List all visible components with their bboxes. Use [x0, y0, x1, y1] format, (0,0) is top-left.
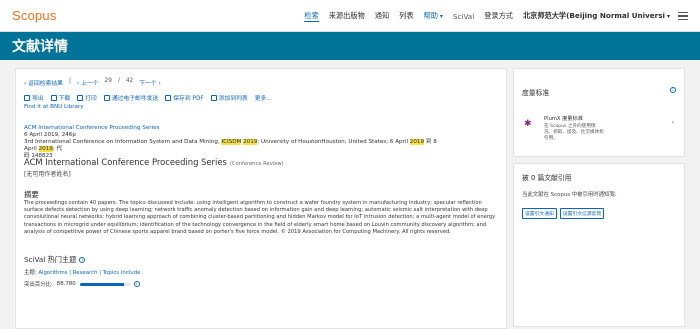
pager-current: 29	[104, 78, 112, 84]
top-bar: Scopus 检索 来源出版物 通知 列表 帮助 ▾ SciVal 登录方式 北京…	[0, 0, 700, 32]
plumx-description: 在 Scopus 之外的使用情况、抓取、提及、社交媒体和引用。	[544, 124, 604, 141]
document-panel: ‹ 返回检索结果 | ‹ 上一个 29 / 42 下一个 › 导出 下载 打印 …	[15, 68, 507, 329]
percentile-line: 突出百分比: 88.780 i	[24, 280, 140, 288]
percentile-value: 88.780	[56, 281, 76, 287]
nav-search[interactable]: 检索	[304, 11, 319, 22]
nav-alerts[interactable]: 通知	[375, 11, 389, 21]
pdf-icon	[165, 94, 172, 101]
export-button[interactable]: 导出	[24, 93, 44, 102]
menu-icon[interactable]	[678, 12, 688, 20]
nav-lists[interactable]: 列表	[399, 11, 413, 21]
set-citation-feed-button[interactable]: 设置引文信源反馈	[559, 208, 605, 219]
set-citation-alert-button[interactable]: 设置引文通知	[522, 208, 557, 219]
plumx-title[interactable]: PlumX 度量标准	[544, 115, 583, 122]
nav-help[interactable]: 帮助 ▾	[424, 11, 443, 21]
cited-subtext: 当此文献在 Scopus 中被引用时通知我:	[522, 192, 617, 198]
help-label: 帮助	[423, 11, 438, 20]
pager-sep: /	[117, 78, 120, 84]
export-icon	[24, 94, 30, 101]
source-info: ACM International Conference Proceeding …	[24, 125, 444, 160]
topic-link[interactable]: Algorithms | Research | Topics Include	[38, 270, 140, 276]
scopus-logo[interactable]: Scopus	[12, 8, 57, 23]
series-link[interactable]: ACM International Conference Proceeding …	[24, 125, 444, 132]
topic-line: 主题: Algorithms | Research | Topics Inclu…	[24, 270, 141, 276]
date-pages: 6 April 2019, 246p	[24, 132, 76, 138]
save-pdf-button[interactable]: 保存到 PDF	[165, 93, 204, 102]
percentile-bar-fill	[79, 282, 125, 286]
info-icon[interactable]: i	[670, 87, 676, 93]
email-button[interactable]: 通过电子邮件发送	[103, 93, 158, 102]
metrics-card: 度量标准 i ✱ PlumX 度量标准 在 Scopus 之外的使用情况、抓取、…	[513, 68, 685, 157]
find-it-link[interactable]: Find it at BNU Library	[24, 104, 84, 110]
info-icon[interactable]: i	[79, 257, 86, 263]
abstract-heading: 摘要	[24, 190, 39, 199]
cited-by-card: 被 0 篇文献引用 当此文献在 Scopus 中被引用时通知我: 设置引文通知 …	[513, 163, 685, 327]
institution-menu[interactable]: 北京师范大学(Beijing Normal Universi ▾	[523, 11, 670, 21]
abstract-text: The proceedings contain 40 papers. The t…	[24, 200, 496, 235]
chevron-down-icon: ▾	[666, 13, 670, 20]
plumx-icon: ✱	[524, 119, 532, 129]
info-icon[interactable]: i	[133, 281, 140, 287]
print-button[interactable]: 打印	[77, 93, 97, 102]
email-icon	[103, 94, 110, 101]
institution-name: 北京师范大学(Beijing Normal Universi	[522, 11, 665, 20]
cited-buttons: 设置引文通知 设置引文信源反馈	[522, 208, 605, 219]
login-label: 登录方式	[484, 11, 513, 20]
pager-divider: |	[68, 78, 71, 84]
pager-total: 42	[125, 78, 134, 84]
print-icon	[77, 94, 84, 101]
author-placeholder: [无可用作者姓名]	[24, 171, 71, 178]
chevron-right-icon[interactable]: ›	[672, 119, 674, 126]
nav-scival[interactable]: SciVal	[453, 12, 474, 21]
more-button[interactable]: 更多...	[255, 93, 272, 102]
download-icon	[50, 94, 57, 101]
side-column: 度量标准 i ✱ PlumX 度量标准 在 Scopus 之外的使用情况、抓取、…	[513, 68, 685, 327]
result-pager: ‹ 返回检索结果 | ‹ 上一个 29 / 42 下一个 ›	[24, 78, 161, 87]
main-nav: 检索 来源出版物 通知 列表 帮助 ▾ SciVal 登录方式 北京师范大学(Be…	[304, 0, 700, 32]
star-icon	[210, 94, 217, 101]
percentile-label: 突出百分比:	[24, 282, 53, 288]
percentile-bar	[79, 282, 130, 286]
toolbar: 导出 下载 打印 通过电子邮件发送 保存到 PDF 添加到列表 更多...	[24, 93, 272, 102]
nav-sources[interactable]: 来源出版物	[329, 11, 365, 21]
metrics-heading: 度量标准	[522, 89, 550, 97]
add-to-list-button[interactable]: 添加到列表	[210, 93, 248, 102]
prev-link[interactable]: ‹ 上一个	[77, 78, 99, 87]
back-to-results-link[interactable]: ‹ 返回检索结果	[24, 78, 63, 87]
page-title-band: 文献详情	[0, 32, 700, 60]
chevron-down-icon: ▾	[439, 13, 443, 20]
conference-line: 3rd International Conference on Informat…	[24, 139, 437, 152]
scival-heading: SciVal 热门主题 i	[24, 255, 86, 265]
cited-heading: 被 0 篇文献引用	[522, 174, 572, 182]
page-title: 文献详情	[12, 39, 68, 55]
next-link[interactable]: 下一个 ›	[139, 78, 161, 87]
document-title: ACM International Conference Proceeding …	[24, 157, 284, 167]
download-button[interactable]: 下载	[50, 93, 70, 102]
document-type: (Conference Review)	[229, 161, 284, 167]
